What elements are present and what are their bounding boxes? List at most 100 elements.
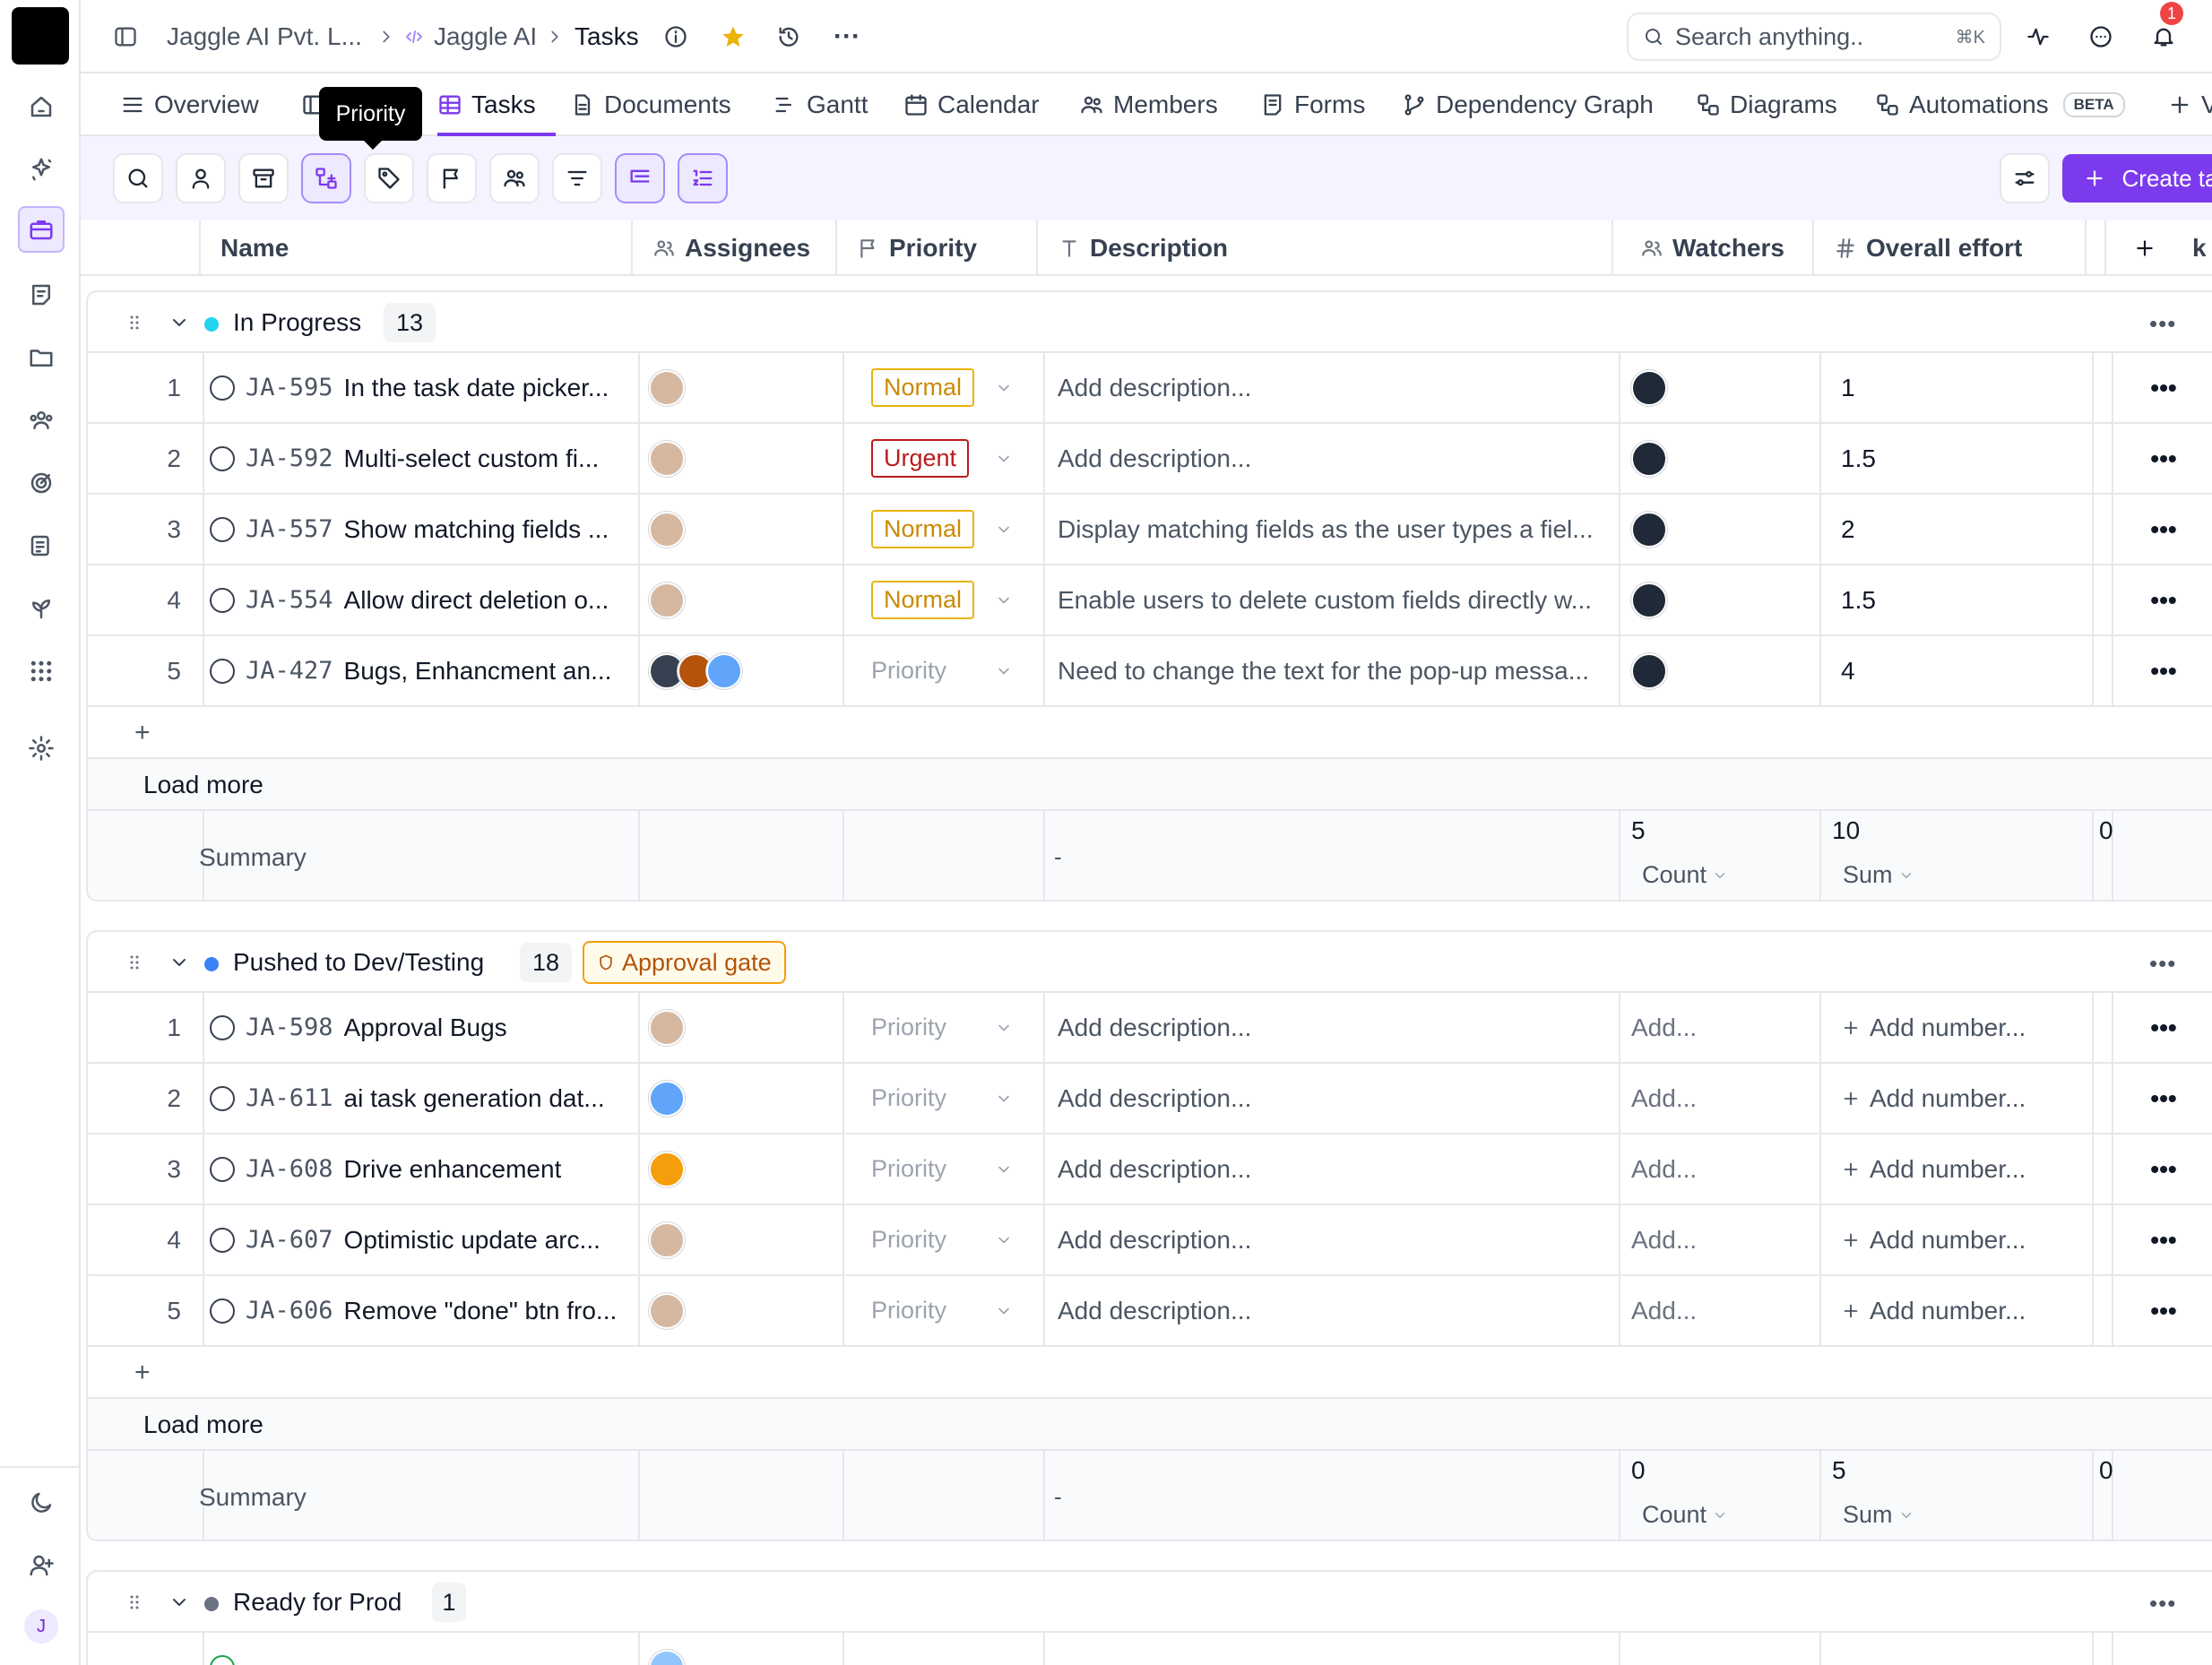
table-row[interactable]: 2 JA-611 ai task generation dat... Priority…	[88, 1064, 2212, 1134]
collapse-chevron-icon[interactable]	[168, 952, 190, 973]
invite-user-icon[interactable]	[22, 1547, 60, 1584]
filter-button[interactable]	[552, 153, 602, 203]
summary-effort-fn[interactable]: Sum	[1843, 861, 1914, 889]
row-assignees-cell[interactable]	[640, 636, 844, 705]
table-row[interactable]: 1 JA-595 In the task date picker... Normal A…	[88, 353, 2212, 424]
tab-members[interactable]: Members	[1079, 73, 1218, 136]
table-row[interactable]: 3 JA-608 Drive enhancement Priority Add desc…	[88, 1134, 2212, 1205]
watcher-avatar[interactable]	[1631, 652, 1667, 689]
row-effort-cell[interactable]: Add number...	[1821, 1064, 2094, 1133]
tree-view-button[interactable]	[615, 153, 665, 203]
table-row-partial[interactable]	[88, 1633, 2212, 1665]
team-icon[interactable]	[22, 401, 60, 439]
assignee-avatar[interactable]	[649, 1221, 685, 1258]
status-circle-icon[interactable]	[210, 1014, 235, 1040]
header-watchers[interactable]: Watchers	[1613, 220, 1814, 276]
drag-handle-icon[interactable]	[124, 952, 145, 973]
row-watchers-cell[interactable]	[1620, 565, 1821, 634]
breadcrumb-page[interactable]: Tasks	[575, 0, 639, 73]
table-row[interactable]: 2 JA-592 Multi-select custom fi... Urgent Ad…	[88, 424, 2212, 495]
group-more-icon[interactable]: •••	[2149, 950, 2176, 978]
row-effort-cell[interactable]: Add number...	[1821, 1205, 2094, 1274]
tab-automations[interactable]: Automations BETA	[1875, 73, 2125, 136]
row-description-cell[interactable]: Add description...	[1045, 1276, 1620, 1345]
tab-calendar[interactable]: Calendar	[903, 73, 1040, 136]
sparkle-icon[interactable]	[22, 151, 60, 188]
workspace-logo[interactable]	[12, 7, 69, 65]
row-effort-cell[interactable]: 1.5	[1821, 565, 2094, 634]
row-name-cell[interactable]: JA-598 Approval Bugs	[203, 993, 640, 1062]
assignee-avatar[interactable]	[649, 369, 685, 406]
tab-tasks[interactable]: Tasks	[437, 73, 556, 136]
tab-gantt[interactable]: Gantt	[773, 73, 868, 136]
row-effort-cell[interactable]: 1	[1821, 353, 2094, 422]
add-column-button[interactable]: k	[2106, 220, 2212, 276]
row-description-cell[interactable]: Add description...	[1045, 424, 1620, 493]
assignee-avatar[interactable]	[706, 652, 742, 689]
row-watchers-cell[interactable]	[1620, 636, 1821, 705]
task-name[interactable]: Optimistic update arc...	[344, 1226, 601, 1255]
assignee-avatar[interactable]	[649, 1009, 685, 1046]
row-watchers-cell[interactable]: Add...	[1620, 1134, 1821, 1203]
row-description-cell[interactable]: Add description...	[1045, 353, 1620, 422]
more-options-icon[interactable]: ···	[834, 0, 860, 73]
filter-me-button[interactable]	[176, 153, 226, 203]
row-name-cell[interactable]: JA-427 Bugs, Enhancment an...	[203, 636, 640, 705]
row-priority-cell[interactable]: Normal	[844, 565, 1045, 634]
row-priority-cell[interactable]: Priority	[844, 1205, 1045, 1274]
row-description-cell[interactable]: Add description...	[1045, 1064, 1620, 1133]
group-name[interactable]: Ready for Prod	[233, 1588, 402, 1617]
approval-gate-badge[interactable]: Approval gate	[583, 941, 786, 984]
row-name-cell[interactable]: JA-611 ai task generation dat...	[203, 1064, 640, 1133]
task-name[interactable]: Drive enhancement	[344, 1155, 562, 1184]
row-more-icon[interactable]: •••	[2113, 1205, 2212, 1274]
folder-icon[interactable]	[22, 339, 60, 376]
row-priority-cell[interactable]: Priority	[844, 636, 1045, 705]
row-effort-cell[interactable]: Add number...	[1821, 1134, 2094, 1203]
status-circle-icon[interactable]	[210, 516, 235, 542]
leaf-icon[interactable]	[22, 590, 60, 627]
row-assignees-cell[interactable]	[640, 1205, 844, 1274]
group-name[interactable]: Pushed to Dev/Testing	[233, 948, 484, 977]
report-icon[interactable]	[22, 527, 60, 565]
row-more-icon[interactable]: •••	[2113, 1064, 2212, 1133]
summary-watchers-fn[interactable]: Count	[1642, 861, 1728, 889]
archive-button[interactable]	[238, 153, 289, 203]
priority-placeholder[interactable]: Priority	[871, 1155, 946, 1183]
row-more-icon[interactable]: •••	[2113, 353, 2212, 422]
settings-gear-icon[interactable]	[22, 729, 60, 767]
tab-diagrams[interactable]: Diagrams	[1696, 73, 1837, 136]
row-effort-cell[interactable]: 4	[1821, 636, 2094, 705]
row-priority-cell[interactable]: Normal	[844, 495, 1045, 564]
row-watchers-cell[interactable]: Add...	[1620, 1276, 1821, 1345]
summary-effort-fn[interactable]: Sum	[1843, 1501, 1914, 1529]
view-settings-button[interactable]	[2000, 153, 2050, 203]
row-more-icon[interactable]: •••	[2113, 424, 2212, 493]
search-tasks-button[interactable]	[113, 153, 163, 203]
row-effort-cell[interactable]: Add number...	[1821, 993, 2094, 1062]
table-row[interactable]: 4 JA-607 Optimistic update arc... Priority A…	[88, 1205, 2212, 1276]
status-circle-icon[interactable]	[210, 375, 235, 401]
row-description-cell[interactable]: Add description...	[1045, 1205, 1620, 1274]
target-icon[interactable]	[22, 464, 60, 502]
priority-placeholder[interactable]: Priority	[871, 657, 946, 685]
row-priority-cell[interactable]: Urgent	[844, 424, 1045, 493]
priority-button[interactable]	[427, 153, 477, 203]
row-assignees-cell[interactable]	[640, 424, 844, 493]
row-description-cell[interactable]: Add description...	[1045, 1134, 1620, 1203]
numbered-list-button[interactable]	[678, 153, 728, 203]
priority-placeholder[interactable]: Priority	[871, 1226, 946, 1254]
row-assignees-cell[interactable]	[640, 565, 844, 634]
assignee-avatar[interactable]	[649, 511, 685, 548]
priority-placeholder[interactable]: Priority	[871, 1084, 946, 1112]
priority-badge[interactable]: Urgent	[871, 439, 970, 478]
priority-badge[interactable]: Normal	[871, 581, 975, 619]
row-watchers-cell[interactable]: Add...	[1620, 1064, 1821, 1133]
row-more-icon[interactable]: •••	[2113, 636, 2212, 705]
row-effort-cell[interactable]: 2	[1821, 495, 2094, 564]
row-more-icon[interactable]: •••	[2113, 565, 2212, 634]
status-circle-icon[interactable]	[210, 1085, 235, 1111]
row-watchers-cell[interactable]	[1620, 424, 1821, 493]
row-effort-cell[interactable]: 1.5	[1821, 424, 2094, 493]
drag-handle-icon[interactable]	[124, 1592, 145, 1613]
